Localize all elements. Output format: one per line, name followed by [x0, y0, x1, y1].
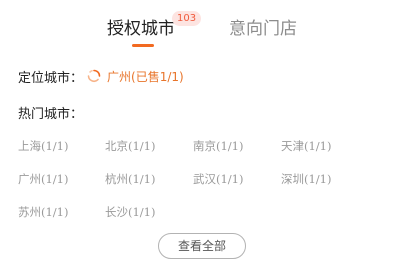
- view-all-button[interactable]: 查看全部: [158, 233, 246, 259]
- located-city-row: 定位城市： 广州(已售1/1): [18, 67, 184, 86]
- city-tabs: 授权城市 103 意向门店: [0, 0, 403, 56]
- hot-city-item[interactable]: 苏州(1/1): [18, 204, 68, 220]
- hot-city-item[interactable]: 南京(1/1): [193, 138, 243, 154]
- located-city-label: 定位城市：: [18, 70, 84, 86]
- hot-city-item[interactable]: 广州(1/1): [18, 171, 68, 187]
- loading-refresh-icon[interactable]: [87, 69, 101, 83]
- hot-city-item[interactable]: 武汉(1/1): [193, 171, 243, 187]
- hot-city-item[interactable]: 北京(1/1): [105, 138, 155, 154]
- hot-city-item[interactable]: 天津(1/1): [281, 138, 331, 154]
- tab-intended-stores[interactable]: 意向门店: [229, 14, 297, 39]
- authorized-count-badge: 103: [172, 11, 202, 26]
- hot-city-item[interactable]: 杭州(1/1): [105, 171, 155, 187]
- hot-city-item[interactable]: 上海(1/1): [18, 138, 68, 154]
- located-city-value[interactable]: 广州(已售1/1): [107, 68, 184, 85]
- tab-authorized-cities[interactable]: 授权城市: [107, 14, 175, 39]
- hot-city-item[interactable]: 深圳(1/1): [281, 171, 331, 187]
- hot-cities-label: 热门城市：: [18, 107, 84, 122]
- hot-city-item[interactable]: 长沙(1/1): [105, 204, 155, 220]
- active-tab-indicator: [132, 44, 154, 47]
